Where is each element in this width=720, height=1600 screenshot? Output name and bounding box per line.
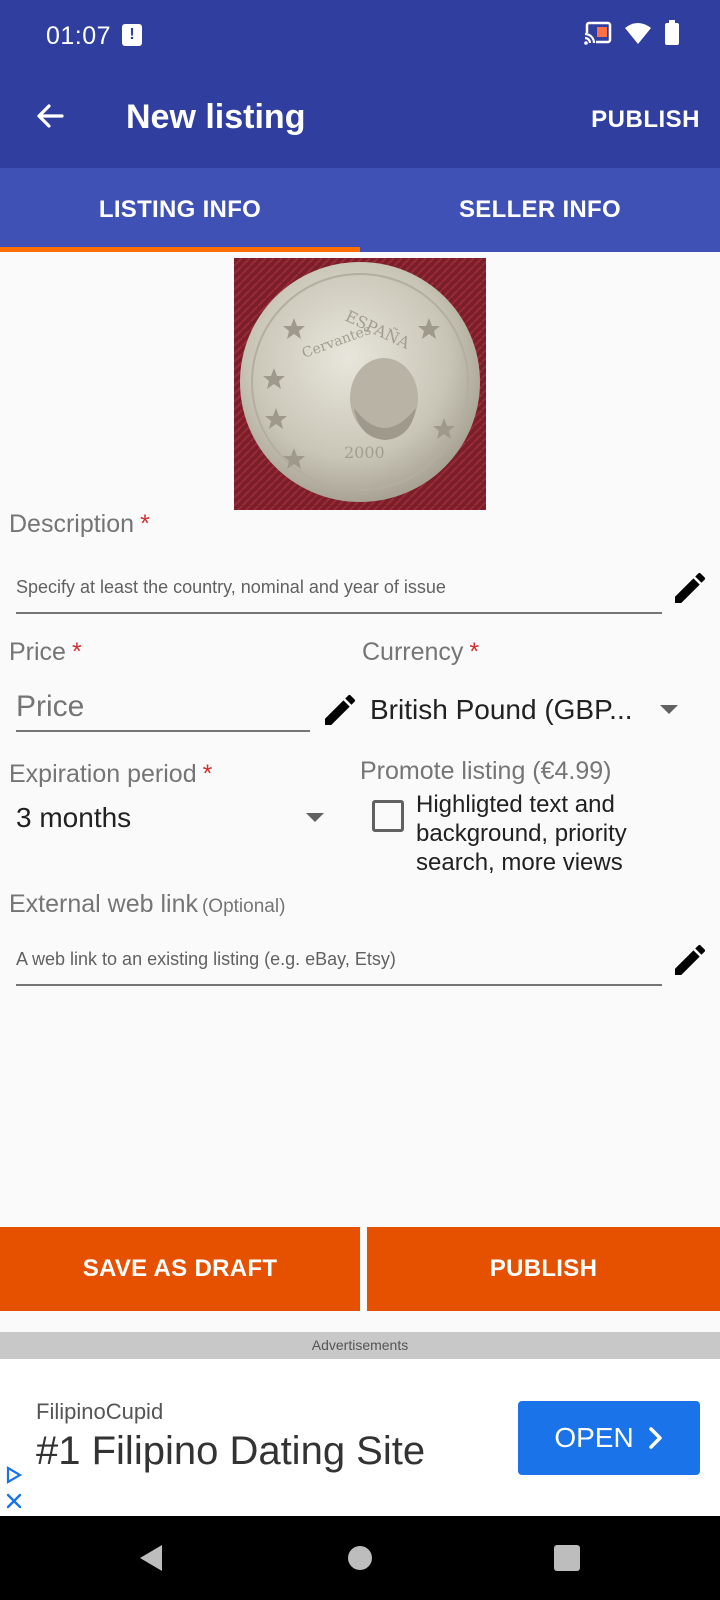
external-link-field[interactable]: A web link to an existing listing (e.g. … (16, 932, 662, 986)
publish-button[interactable]: PUBLISH (367, 1227, 720, 1311)
currency-label: Currency * (362, 638, 480, 666)
chevron-down-icon (306, 813, 324, 822)
status-time: 01:07 (46, 22, 112, 50)
expiration-label: Expiration period * (9, 760, 213, 788)
sd-card-alert-icon (122, 24, 142, 46)
wifi-icon (625, 23, 651, 44)
adchoices-icon[interactable] (4, 1465, 24, 1485)
app-bar: New listing PUBLISH (0, 72, 720, 168)
battery-icon (665, 20, 679, 45)
status-icons (584, 20, 680, 46)
description-placeholder: Specify at least the country, nominal an… (16, 577, 446, 597)
listing-photo[interactable]: ESPAÑA Cervantes 2000 (234, 258, 486, 510)
external-link-label: External web link (Optional) (9, 890, 286, 918)
ad-banner[interactable]: FilipinoCupid #1 Filipino Dating Site OP… (0, 1359, 720, 1516)
recents-square-icon[interactable] (553, 1544, 581, 1572)
save-draft-button[interactable]: SAVE AS DRAFT (0, 1227, 360, 1311)
ad-brand: FilipinoCupid (36, 1399, 164, 1424)
promote-description: Highligted text and background, priority… (416, 791, 627, 876)
ad-headline: #1 Filipino Dating Site (36, 1429, 426, 1473)
svg-text:2000: 2000 (344, 443, 385, 462)
expiration-value: 3 months (16, 802, 132, 833)
arrow-back-icon[interactable] (28, 94, 72, 138)
promote-checkbox[interactable] (372, 800, 404, 832)
edit-external-link-icon[interactable] (670, 940, 710, 980)
cast-icon (584, 21, 612, 45)
expiration-select[interactable]: 3 months (16, 798, 332, 838)
external-link-placeholder: A web link to an existing listing (e.g. … (16, 949, 396, 969)
ad-section-label: Advertisements (0, 1332, 720, 1359)
edit-description-icon[interactable] (670, 568, 710, 608)
ad-open-label: OPEN (554, 1422, 634, 1453)
description-label: Description * (9, 510, 150, 538)
currency-select[interactable]: British Pound (GBP... (370, 690, 690, 730)
home-circle-icon[interactable] (346, 1544, 374, 1572)
tab-listing-info[interactable]: LISTING INFO (0, 168, 360, 252)
tab-seller-info[interactable]: SELLER INFO (360, 168, 720, 252)
tab-bar: LISTING INFO SELLER INFO (0, 168, 720, 252)
appbar-publish-button[interactable]: PUBLISH (591, 106, 700, 134)
price-field[interactable]: Price (16, 686, 310, 732)
status-bar: 01:07 (0, 0, 720, 72)
promote-label: Promote listing (€4.99) (360, 757, 612, 785)
ad-open-button[interactable]: OPEN (518, 1401, 700, 1475)
back-triangle-icon[interactable] (136, 1542, 166, 1574)
page-title: New listing (126, 98, 306, 136)
ad-choices (4, 1465, 24, 1511)
system-nav-bar (0, 1516, 720, 1600)
edit-price-icon[interactable] (320, 690, 360, 730)
currency-value: British Pound (GBP... (370, 694, 633, 725)
chevron-right-icon (648, 1427, 662, 1449)
chevron-down-icon (660, 705, 678, 714)
close-icon[interactable] (4, 1491, 24, 1511)
description-field[interactable]: Specify at least the country, nominal an… (16, 560, 662, 614)
price-placeholder: Price (16, 690, 85, 723)
price-label: Price * (9, 638, 82, 666)
